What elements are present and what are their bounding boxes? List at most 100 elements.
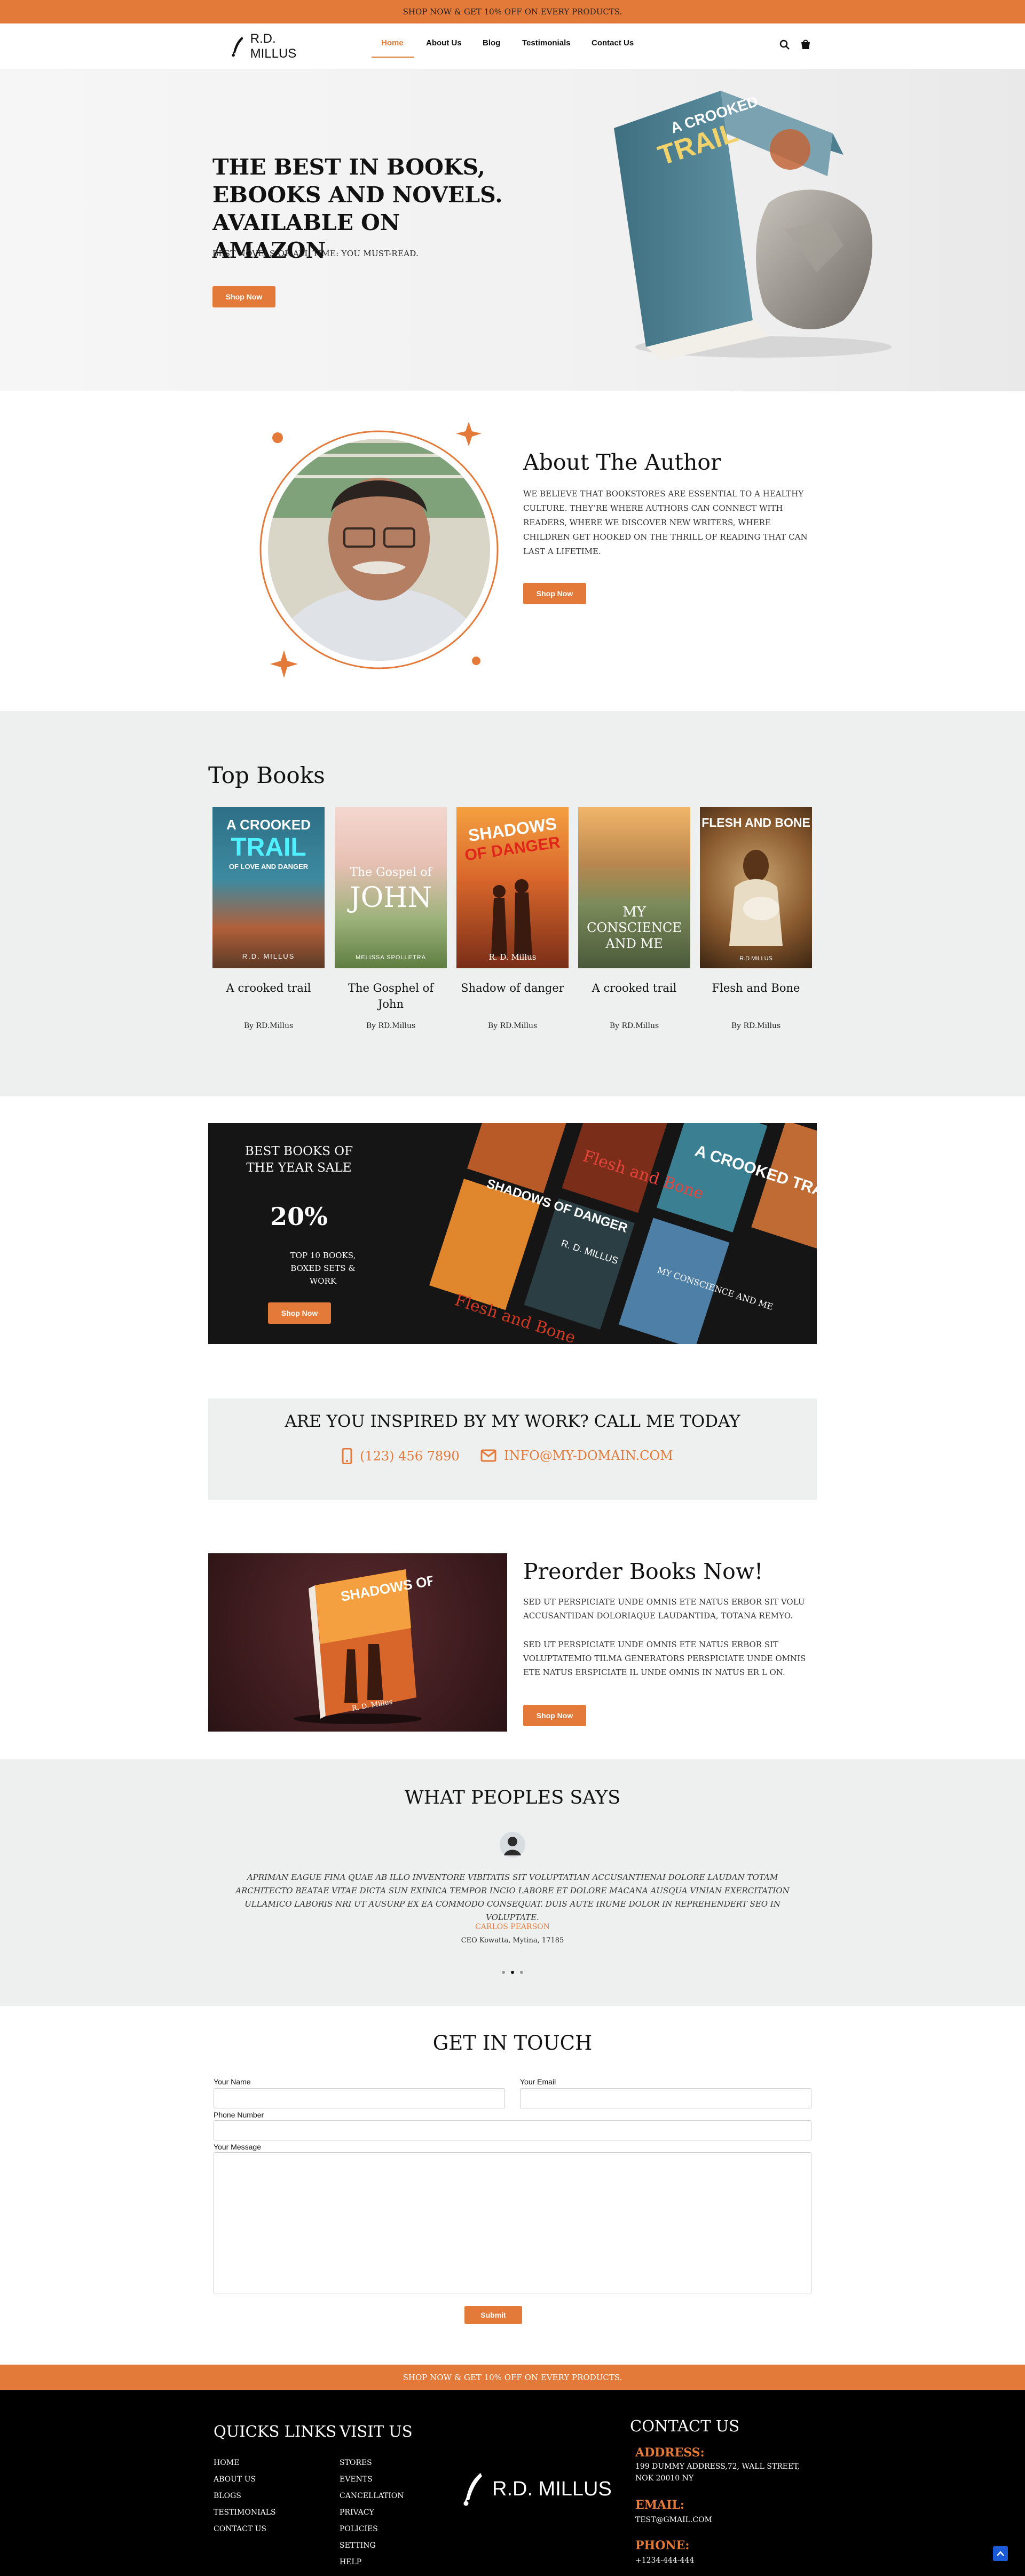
email-label: Your Email [520, 2077, 556, 2086]
nav-about-us[interactable]: About Us [426, 38, 462, 48]
footer-link-home[interactable]: Home [214, 2459, 239, 2467]
footer-link-stores[interactable]: Stores [340, 2459, 372, 2467]
name-input[interactable] [214, 2088, 505, 2108]
book-card[interactable]: SHADOWS OF DANGER R. D. Millus Shadow of… [456, 807, 569, 1030]
search-icon[interactable] [779, 39, 790, 50]
book-cover-title-main: JOHN [349, 882, 432, 914]
book-cover-title-main: CONSCIENCE [587, 920, 682, 935]
book-cover-title: MY [622, 904, 646, 920]
book-cover-subtitle: AND ME [605, 936, 663, 951]
message-textarea[interactable] [214, 2152, 811, 2294]
testimonial-quote: Apriman eague fina quae ab illo inventor… [235, 1872, 790, 1922]
nav-blog[interactable]: Blog [483, 38, 500, 48]
author-portrait-frame [259, 422, 499, 678]
book-card[interactable]: A CROOKED TRAIL OF LOVE AND DANGER R.D. … [212, 807, 325, 1030]
address-value: 199 Dummy Address,72, Wall Street, NOK 2… [635, 2462, 800, 2483]
preorder-shop-now-button[interactable]: Shop Now [523, 1705, 586, 1726]
book-card[interactable]: The Gospel of JOHN MELISSA SPOLLETRA The… [335, 807, 447, 1030]
book-title: A crooked trail [592, 982, 677, 994]
phone-label: Phone Number [214, 2111, 264, 2119]
email-input[interactable] [520, 2088, 811, 2108]
quill-pen-icon [232, 36, 243, 57]
footer-link-privacy[interactable]: Privacy [340, 2508, 374, 2517]
sale-book-collage: SHADOWS OF DANGER Flesh and Bone A CROOK… [429, 1123, 817, 1344]
preorder-paragraph: Sed ut perspiciate unde omnis ete natus … [523, 1597, 805, 1621]
footer-email-value[interactable]: test@gmail.com [635, 2514, 712, 2526]
book-author: By RD.Millus [243, 1022, 294, 1030]
phone-input[interactable] [214, 2120, 811, 2140]
promo-top-bar: SHOP NOW & GET 10% OFF ON EVERY PRODUCTS… [0, 0, 1025, 23]
nav-contact-us[interactable]: Contact Us [592, 38, 634, 48]
promo-bottom-bar: SHOP NOW & GET 10% OFF ON EVERY PRODUCTS… [0, 2365, 1025, 2390]
book-title: Flesh and Bone [712, 982, 800, 994]
footer-link-testimonials[interactable]: Testimonials [214, 2508, 276, 2517]
book-title: The Gosphel of John [348, 982, 434, 1010]
footer-link-about-us[interactable]: About Us [214, 2475, 256, 2484]
preorder-image: SHADOWS OF DANGER R. D. Millus [208, 1553, 507, 1732]
hero-shop-now-button[interactable]: Shop Now [212, 286, 275, 307]
book-cover[interactable]: SHADOWS OF DANGER R. D. Millus [456, 807, 569, 968]
book-cover-author: R. D. Millus [488, 952, 537, 962]
promo-text: SHOP NOW & GET 10% OFF ON EVERY PRODUCTS… [403, 2373, 622, 2382]
footer-phone-value[interactable]: +1234-444-444 [635, 2555, 694, 2566]
footer-link-help[interactable]: Help [340, 2558, 361, 2566]
sale-percent: 20% [270, 1202, 328, 1231]
carousel-dot[interactable] [520, 1971, 523, 1974]
submit-button[interactable]: Submit [464, 2306, 522, 2324]
quill-pen-icon [463, 2473, 482, 2506]
nav-home[interactable]: Home [381, 38, 404, 48]
address-label: Address: [635, 2446, 705, 2460]
call-title: Are you inspired by my work? Call me tod… [285, 1412, 740, 1431]
footer-contact-title: Contact Us [630, 2417, 740, 2435]
scroll-to-top-button[interactable] [993, 2546, 1008, 2561]
about-text: We believe that bookstores are essential… [523, 489, 808, 556]
testimonial-role: CEO Kowatta, Mytina, 17185 [461, 1937, 564, 1945]
footer-link-policies[interactable]: Policies [340, 2525, 378, 2533]
testimonial-avatar [500, 1832, 525, 1858]
phone-icon [342, 1448, 352, 1464]
top-books-title: Top Books [208, 762, 325, 788]
message-label: Your Message [214, 2143, 261, 2151]
footer-logo[interactable]: R.D. MILLUS [458, 2470, 612, 2508]
carousel-dot-active[interactable] [511, 1971, 514, 1974]
site-logo[interactable]: R.D. MILLUS [228, 31, 319, 61]
cart-icon[interactable] [800, 38, 811, 50]
sale-title: Best books of the year sale [245, 1144, 353, 1175]
book-cover[interactable]: The Gospel of JOHN MELISSA SPOLLETRA [335, 807, 447, 968]
book-card[interactable]: FLESH AND BONE R.D MILLUS Flesh and Bone… [700, 807, 812, 1030]
footer-link-cancellation[interactable]: Cancellation [340, 2492, 404, 2500]
book-cover-title: The Gospel of [350, 866, 432, 879]
book-cover[interactable]: FLESH AND BONE R.D MILLUS [700, 807, 812, 968]
book-author: By RD.Millus [487, 1022, 538, 1030]
book-cover-title: A CROOKED [226, 817, 311, 833]
book-card[interactable]: MY CONSCIENCE AND ME A crooked trail By … [578, 807, 690, 1030]
contact-form-title: Get in Touch [432, 2032, 593, 2055]
hero-book-image: A CROOKED TRAIL [614, 91, 892, 360]
quick-links-title: Quicks Links [214, 2422, 337, 2440]
cover-figures [491, 879, 532, 957]
nav-testimonials[interactable]: Testimonials [522, 38, 571, 48]
footer-link-blogs[interactable]: Blogs [214, 2492, 241, 2500]
phone-contact[interactable]: (123) 456 7890 [342, 1448, 460, 1464]
sale-shop-now-button[interactable]: Shop Now [268, 1302, 331, 1324]
book-author: By RD.Millus [609, 1022, 659, 1030]
testimonial-name: CARLOS PEARSON [475, 1923, 550, 1931]
chevron-up-icon [997, 2551, 1004, 2556]
book-cover[interactable]: MY CONSCIENCE AND ME [578, 807, 690, 968]
footer-link-setting[interactable]: Setting [340, 2541, 376, 2550]
carousel-dot[interactable] [502, 1971, 505, 1974]
nav-active-indicator [372, 57, 414, 58]
book-cover-author: MELISSA SPOLLETRA [356, 954, 426, 961]
preorder-title: Preorder Books Now! [523, 1559, 763, 1584]
footer-phone-label: Phone: [635, 2539, 690, 2553]
footer-link-events[interactable]: Events [340, 2475, 373, 2484]
book-title: A crooked trail [226, 982, 311, 994]
hero-title-line: The best in books, [212, 154, 485, 180]
name-label: Your Name [214, 2077, 251, 2086]
about-shop-now-button[interactable]: Shop Now [523, 583, 586, 604]
email-contact[interactable]: info@my-domain.com [480, 1448, 673, 1463]
testimonial-title: What peoples says [404, 1787, 621, 1808]
footer-link-contact-us[interactable]: Contact Us [214, 2525, 266, 2533]
footer-email-label: Email: [635, 2498, 685, 2512]
book-cover[interactable]: A CROOKED TRAIL OF LOVE AND DANGER R.D. … [212, 807, 325, 968]
